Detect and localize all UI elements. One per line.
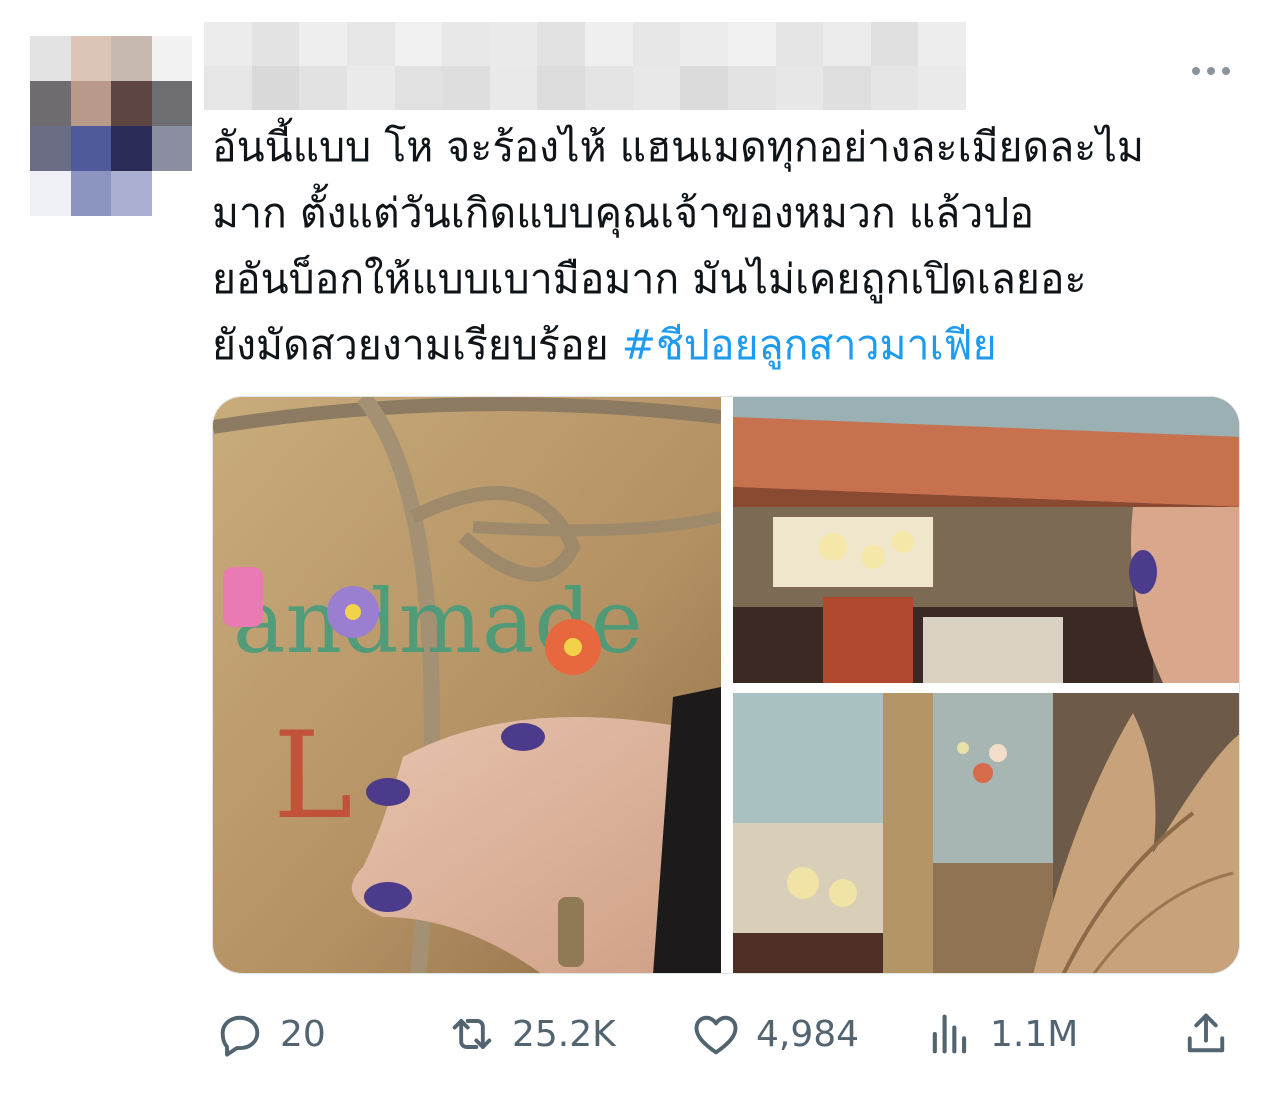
photo-glitter-frame[interactable]: [733, 693, 1239, 973]
views-icon: [932, 1014, 967, 1054]
more-dots-icon: [1192, 67, 1200, 75]
hashtag-link[interactable]: #ชีปอยลูกสาวมาเฟีย: [622, 321, 997, 369]
retweet-icon: [452, 1019, 492, 1049]
views-button[interactable]: 1.1M: [924, 1004, 1078, 1064]
share-icon: [1187, 1013, 1225, 1053]
like-button[interactable]: 4,984: [690, 1004, 859, 1064]
reply-count: 20: [280, 1013, 326, 1055]
author-name-blurred[interactable]: [204, 22, 966, 110]
media-grid: andmade L: [212, 396, 1240, 974]
retweet-count: 25.2K: [512, 1013, 616, 1055]
tweet-actions: 20 25.2K 4,984 1.1M: [0, 1004, 1280, 1064]
avatar[interactable]: [30, 36, 192, 216]
share-button[interactable]: [1180, 1004, 1232, 1064]
svg-text:L: L: [273, 707, 353, 846]
photo-gift-box[interactable]: andmade L: [213, 397, 721, 973]
tweet-text: อันนี้แบบ โห จะร้องไห้ แฮนเมดทุกอย่างละเ…: [212, 114, 1252, 378]
heart-icon: [694, 1015, 738, 1055]
views-count: 1.1M: [990, 1013, 1079, 1055]
retweet-button[interactable]: 25.2K: [446, 1004, 616, 1064]
reply-icon: [220, 1015, 260, 1057]
photo-box-open[interactable]: [733, 397, 1239, 683]
reply-button[interactable]: 20: [214, 1004, 326, 1064]
like-count: 4,984: [756, 1013, 860, 1055]
more-options-button[interactable]: [1186, 56, 1236, 86]
